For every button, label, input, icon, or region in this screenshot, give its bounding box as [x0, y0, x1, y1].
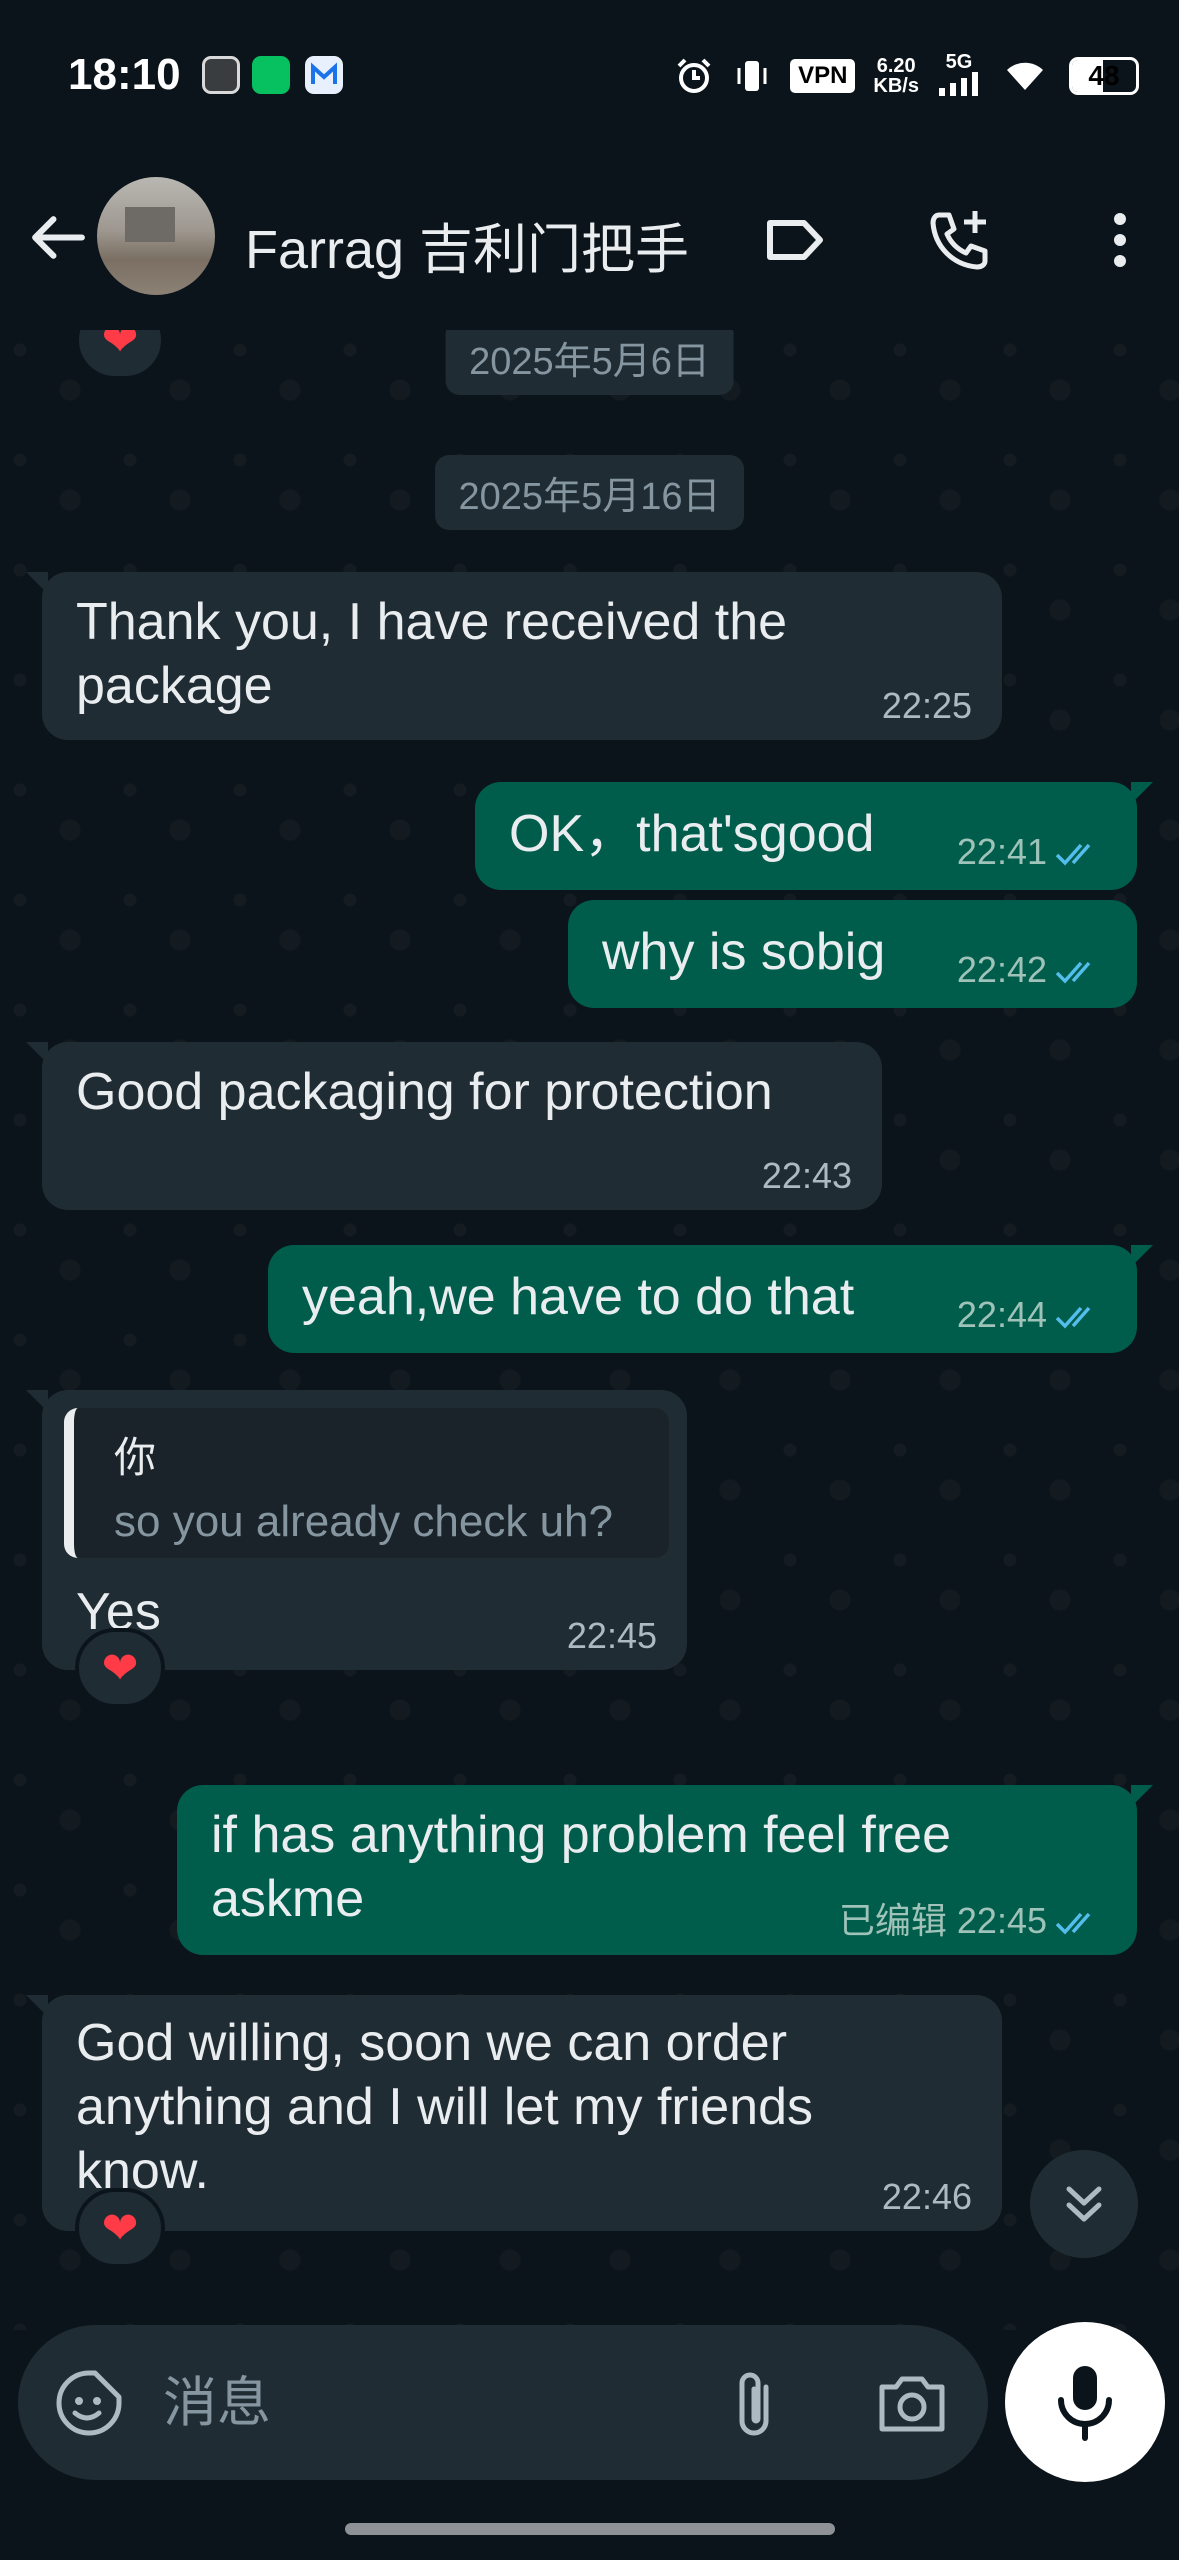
camera-icon[interactable]: [874, 2367, 950, 2439]
date-separator: 2025年5月6日: [445, 330, 734, 395]
message-meta: 22:41: [957, 832, 1107, 872]
read-ticks-icon: [1055, 844, 1091, 867]
message-text: yeah,we have to do that: [302, 1268, 855, 1326]
message-composer: [18, 2325, 988, 2480]
alarm-icon: [677, 58, 711, 93]
reaction-heart[interactable]: ❤: [75, 330, 165, 380]
message-meta: 22:42: [957, 950, 1107, 990]
contact-name[interactable]: Farrag 吉利门把手: [245, 205, 689, 284]
message-text: package: [76, 657, 273, 715]
mic-button[interactable]: [1005, 2322, 1165, 2482]
wifi-icon: [1007, 62, 1043, 90]
message-text: why is sobig: [602, 923, 886, 981]
signal-icon: [939, 72, 978, 96]
message-text: OK，that'sgood: [509, 805, 875, 863]
message-outgoing[interactable]: OK，that'sgood 22:41: [475, 782, 1153, 890]
battery-indicator: 48: [1069, 57, 1139, 95]
label-icon[interactable]: [760, 205, 830, 275]
quote-sender: 你: [114, 1434, 157, 1481]
avatar[interactable]: [97, 177, 215, 295]
message-time: 22:25: [881, 685, 972, 726]
camera-app-icon: [202, 56, 240, 94]
wechat-icon: [252, 56, 290, 94]
message-meta: 已编辑 22:45: [839, 1901, 1107, 1941]
reaction-heart[interactable]: ❤: [75, 2188, 165, 2268]
add-call-icon[interactable]: [925, 205, 995, 275]
quoted-message[interactable]: 你 so you already check uh?: [64, 1408, 669, 1558]
message-outgoing[interactable]: if has anything problem feel free askme …: [177, 1785, 1153, 1955]
message-text: Good packaging for protection: [76, 1063, 773, 1121]
signal-indicator: 5G: [937, 52, 981, 100]
more-vert-icon[interactable]: [1085, 205, 1155, 275]
attach-icon[interactable]: [720, 2365, 792, 2443]
reaction-heart[interactable]: ❤: [75, 1628, 165, 1708]
scroll-to-bottom-button[interactable]: [1030, 2150, 1138, 2258]
mail-icon: [305, 56, 343, 94]
network-speed: 6.20 KB/s: [873, 55, 919, 97]
message-text: Thank you, I have received the: [76, 593, 788, 651]
message-meta: 22:44: [957, 1295, 1107, 1335]
message-time: 22:43: [761, 1155, 852, 1196]
status-icons: VPN 6.20 KB/s 5G 48: [674, 50, 1139, 102]
date-separator: 2025年5月16日: [434, 455, 745, 530]
chat-header: Farrag 吉利门把手: [0, 150, 1179, 330]
status-time: 18:10: [68, 50, 181, 99]
home-indicator[interactable]: [345, 2523, 835, 2535]
sticker-icon[interactable]: [53, 2367, 125, 2439]
vpn-badge: VPN: [790, 59, 856, 93]
double-chevron-down-icon: [1066, 2186, 1102, 2222]
message-text: anything and I will let my friends: [76, 2078, 814, 2136]
chat-area[interactable]: ❤ 2025年5月6日 2025年5月16日 Thank you, I have…: [0, 330, 1179, 2330]
mic-icon: [1058, 2366, 1112, 2441]
message-outgoing[interactable]: yeah,we have to do that 22:44: [268, 1245, 1153, 1353]
message-text: know.: [76, 2142, 209, 2200]
status-bar: 18:10 VPN 6.20 KB/s 5G 48: [0, 0, 1179, 150]
quote-text: so you already check uh?: [114, 1497, 613, 1546]
vibrate-icon: [737, 61, 767, 91]
read-ticks-icon: [1055, 962, 1091, 985]
message-time: 22:45: [566, 1615, 657, 1656]
message-time: 22:46: [881, 2176, 972, 2217]
read-ticks-icon: [1055, 1307, 1091, 1330]
message-incoming[interactable]: God willing, soon we can order anything …: [26, 1995, 1002, 2231]
message-text: God willing, soon we can order: [76, 2014, 788, 2072]
message-incoming[interactable]: Good packaging for protection 22:43: [26, 1042, 882, 1210]
read-ticks-icon: [1055, 1913, 1091, 1936]
message-text: if has anything problem feel free: [211, 1806, 951, 1864]
message-input[interactable]: [163, 2363, 683, 2443]
back-arrow-icon[interactable]: [25, 205, 90, 270]
message-incoming[interactable]: Thank you, I have received the package 2…: [26, 572, 1002, 740]
message-incoming-reply[interactable]: 你 so you already check uh? Yes 22:45: [26, 1390, 687, 1670]
message-outgoing[interactable]: why is sobig 22:42: [568, 900, 1137, 1008]
